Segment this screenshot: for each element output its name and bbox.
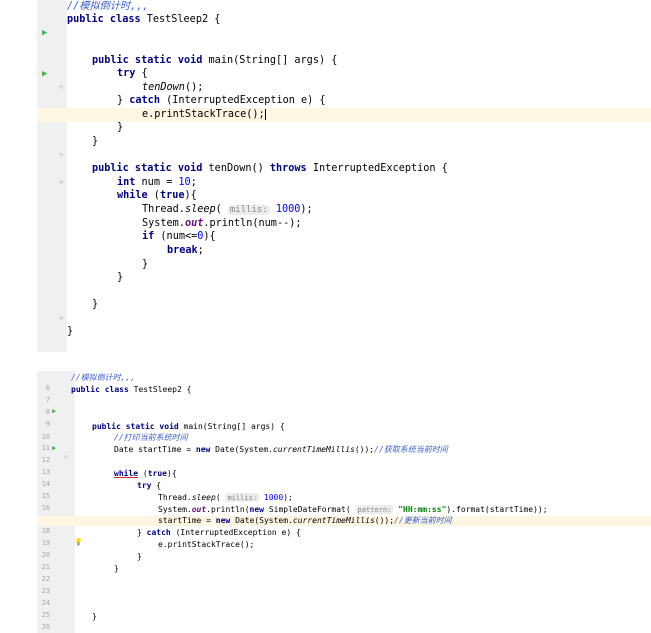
code-line: 10 ▶ ⊖ public static void main(String[] … [37,422,651,461]
code-line: 12 Date startTime = new Date(System.curr… [37,445,651,464]
code-line: if (num<=0){ [142,231,216,242]
code-line: 20 e.printStackTrace(); [37,540,651,559]
code-line-current[interactable]: e.printStackTrace(); [37,108,651,122]
code-line-current[interactable]: 18 💡 startTime = new Date(System.current… [37,516,651,546]
parameter-hint: pattern: [355,505,394,514]
code-line: 11 //打印当前系统时间 [37,433,651,452]
code-line: System.out.println(num--); [142,218,302,229]
code-line: 22 } [37,564,651,583]
code-line: ▶ ⊖ public static void main(String[] arg… [37,54,651,91]
code-line: 17 System.out.println(new SimpleDateForm… [37,505,651,524]
code-line: 15 try { [37,481,651,500]
code-line: 19 } catch (InterruptedException e) { [37,528,651,547]
code-line: Thread.sleep( millis: 1000); [142,204,313,215]
code-line: } [117,122,124,133]
code-line: 26 ⊖ } [37,612,651,631]
code-line: 8 [37,397,651,416]
code-line: 16 Thread.sleep( millis: 1000); [37,493,651,512]
code-line: 9 [37,409,651,428]
code-line: 7 ▶ public class TestSleep2 { [37,385,651,415]
code-line: } [142,259,149,270]
code-line: } [67,326,74,337]
code-line: 25 [37,600,651,619]
code-line: ⊖ } [37,298,651,322]
code-line: 24 [37,588,651,607]
parameter-hint: millis: [227,205,270,215]
code-line: 14 while (true){ [37,469,651,488]
code-line: 21 } [37,552,651,571]
code-line: 6 //模拟倒计时,,, [37,373,651,392]
code-line: break; [167,245,204,256]
code-line: 27 [37,623,651,633]
code-line: ⊖ } [37,135,651,159]
code-line: try { [117,68,148,79]
code-line: } [117,272,124,283]
run-gutter-icon[interactable]: ▶ [42,27,47,41]
editor-bottom: 6 //模拟倒计时,,, 7 ▶ public class TestSleep2… [37,371,651,633]
fold-icon[interactable]: ⊖ [59,149,63,163]
code-line: 13 [37,457,651,476]
code-line: int num = 10; [117,177,197,188]
code-line: } catch (InterruptedException e) { [117,95,326,106]
code-comment: //模拟倒计时,,, [67,1,149,12]
code-line: //模拟倒计时,,, [37,0,651,14]
code-line: 23 [37,576,651,595]
code-line: ⊖ public static void tenDown() throws In… [37,162,651,186]
editor-top: //模拟倒计时,,, ▶ public class TestSleep2 { ▶… [37,0,651,352]
code-line: while (true){ [117,190,197,201]
parameter-hint: millis: [225,493,260,502]
text-caret [264,108,266,120]
fold-icon[interactable]: ⊖ [59,312,63,326]
code-line: ▶ public class TestSleep2 { [37,13,651,38]
code-line: tenDown(); [142,82,204,93]
